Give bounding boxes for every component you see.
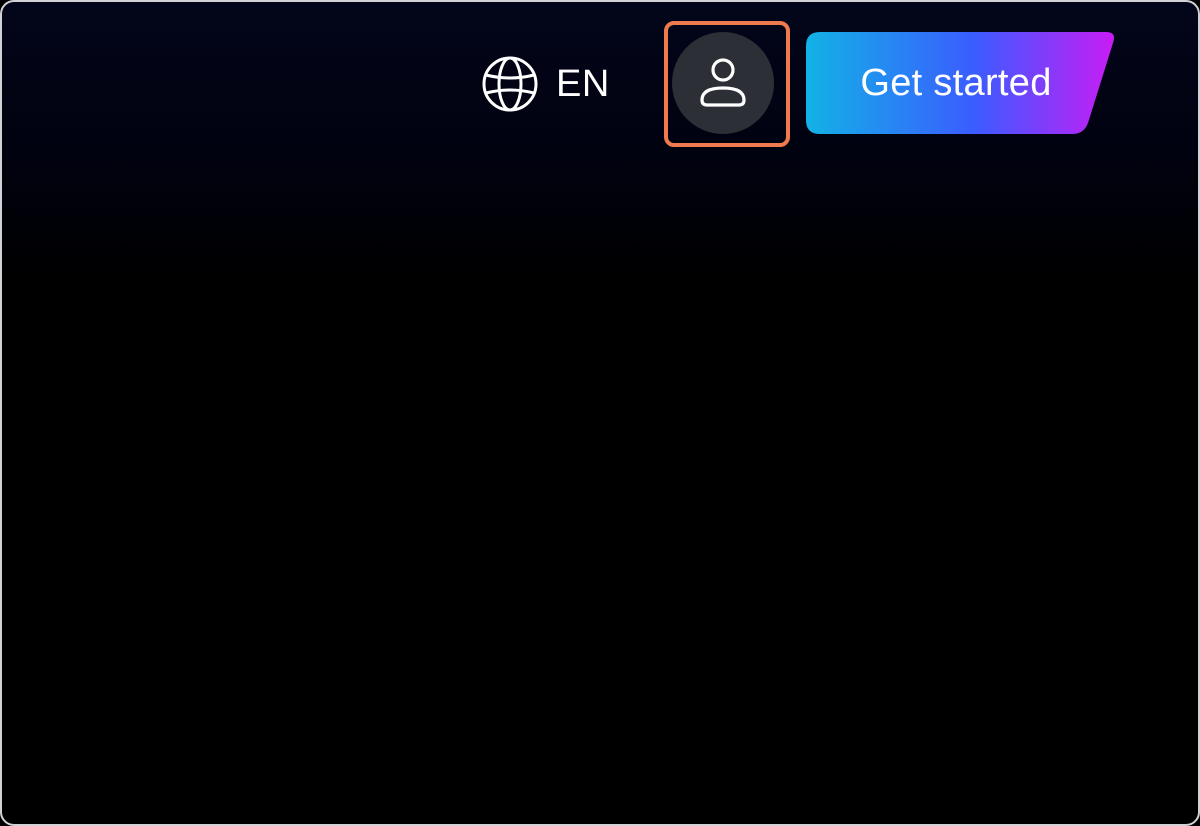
user-icon (700, 58, 746, 107)
language-label: EN (556, 62, 610, 105)
page-content (2, 172, 1198, 824)
get-started-button[interactable]: Get started (806, 32, 1115, 134)
globe-icon (482, 56, 538, 112)
language-switcher[interactable]: EN (480, 52, 610, 116)
account-button[interactable] (672, 32, 774, 134)
get-started-label: Get started (860, 62, 1052, 104)
site-header: EN Get started (2, 2, 1198, 172)
browser-viewport: EN Get started (0, 0, 1200, 826)
